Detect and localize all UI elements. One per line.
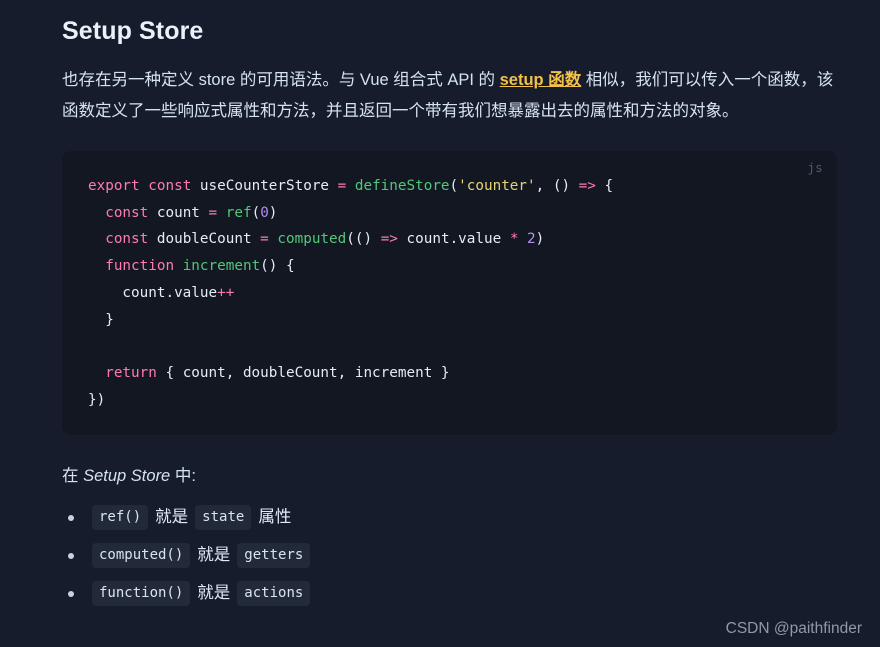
bullet-dot-icon — [68, 514, 74, 521]
code-token: 2 — [527, 231, 536, 248]
code-token: = — [260, 231, 269, 248]
code-token: export — [88, 178, 140, 194]
code-token: } — [88, 311, 114, 328]
document-page: Setup Store 也存在另一种定义 store 的可用语法。与 Vue 组… — [0, 0, 880, 647]
list-item-tail: 属性 — [258, 508, 292, 527]
list-item: ref() 就是 state 属性 — [62, 505, 836, 531]
intro-paragraph: 也存在另一种定义 store 的可用语法。与 Vue 组合式 API 的 set… — [62, 48, 836, 127]
code-token: ) — [268, 204, 278, 221]
inline-code-target: actions — [237, 581, 311, 607]
code-token: 0 — [260, 204, 269, 221]
list-item-connector: 就是 — [197, 546, 231, 565]
code-token: const — [148, 178, 192, 194]
mapping-list: ref() 就是 state 属性 computed() 就是 getters functio… — [62, 489, 836, 607]
page-title: Setup Store — [62, 17, 204, 45]
code-content[interactable]: export const useCounterStore = defineSto… — [62, 173, 837, 413]
list-item-connector: 就是 — [155, 508, 189, 527]
code-token: function — [105, 258, 175, 275]
inline-code-target: getters — [237, 543, 311, 569]
code-token: (() — [346, 231, 381, 248]
code-token: const — [105, 204, 149, 221]
code-token: () { — [260, 258, 295, 275]
bullet-dot-icon — [68, 590, 74, 597]
code-token: => — [380, 231, 398, 248]
watermark: CSDN @paithfinder — [725, 620, 862, 637]
list-item-connector: 就是 — [197, 584, 231, 603]
list-item: computed() 就是 getters — [62, 543, 836, 569]
inline-code-source: function() — [92, 581, 191, 607]
bullet-dot-icon — [68, 552, 74, 559]
inline-code-source: ref() — [92, 505, 149, 531]
code-block: js export const useCounterStore = define… — [62, 151, 837, 436]
code-token: = — [208, 204, 218, 221]
code-token: = — [337, 178, 347, 194]
sub-prefix: 在 — [62, 467, 84, 486]
code-token: count — [148, 204, 209, 221]
sub-emphasis: Setup Store — [83, 467, 171, 486]
code-token: ++ — [217, 284, 235, 301]
code-token: , () — [535, 178, 579, 194]
code-token: ( — [251, 204, 261, 221]
code-token: computed — [277, 231, 347, 248]
inline-code-target: state — [195, 505, 252, 531]
list-item: function() 就是 actions — [62, 581, 836, 607]
code-language-label: js — [807, 160, 823, 175]
code-token: 'counter' — [458, 178, 536, 194]
code-token: { count, doubleCount, increment } — [156, 364, 450, 381]
inline-code-source: computed() — [92, 543, 191, 569]
code-token: => — [578, 178, 596, 194]
code-token: const — [105, 231, 149, 248]
code-token: increment — [182, 258, 261, 275]
code-token: ( — [449, 178, 459, 194]
code-token: doubleCount — [148, 231, 261, 248]
code-token: ) — [535, 231, 545, 248]
setup-function-link[interactable]: setup 函数 — [500, 71, 582, 89]
intro-text-part1: 也存在另一种定义 store 的可用语法。与 Vue 组合式 API 的 — [62, 71, 500, 89]
code-token: count.value — [88, 284, 218, 301]
code-token: count.value — [397, 231, 510, 248]
sub-paragraph: 在 Setup Store 中: — [62, 435, 836, 489]
code-token: }) — [88, 391, 106, 408]
code-token: return — [105, 364, 157, 381]
code-token: ref — [225, 204, 252, 221]
code-token: { — [595, 178, 614, 194]
code-token: useCounterStore — [191, 178, 338, 194]
sub-suffix: 中: — [170, 467, 196, 486]
code-token: defineStore — [354, 178, 450, 194]
